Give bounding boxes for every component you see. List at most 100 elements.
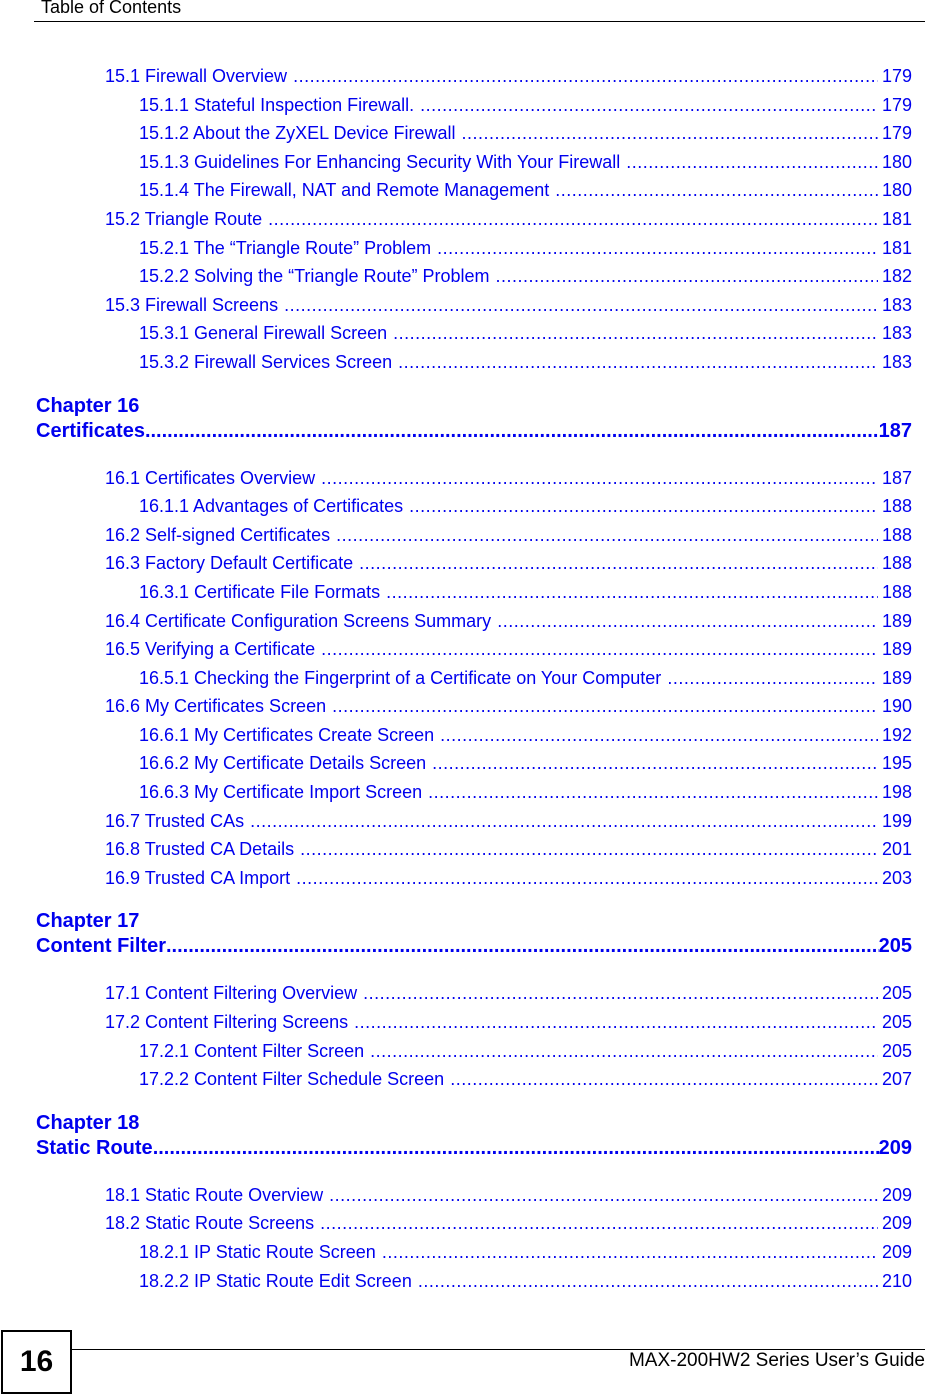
chapter-page: 187 (878, 419, 912, 442)
dot-leader: ........................................… (626, 151, 878, 172)
toc-entry[interactable]: 16.4 Certificate Configuration Screens S… (0, 607, 925, 636)
entry-page: 179 (881, 123, 912, 144)
entry-title: 15.2.2 Solving the “Triangle Route” Prob… (139, 266, 490, 287)
entry-title: 16.8 Trusted CA Details (105, 839, 295, 860)
entry-page: 183 (881, 351, 912, 372)
entry-page: 192 (881, 724, 912, 745)
entry-title: 16.6 My Certificates Screen (105, 696, 327, 717)
dot-leader: ........................................… (450, 1069, 878, 1090)
toc-entry[interactable]: 18.1 Static Route Overview..............… (0, 1181, 925, 1210)
entry-page: 188 (881, 524, 912, 545)
entry-page: 205 (881, 983, 912, 1004)
toc-entry[interactable]: 18.2 Static Route Screens...............… (0, 1209, 925, 1238)
entry-title: 15.1 Firewall Overview (105, 66, 288, 86)
toc-entry[interactable]: 18.2.2 IP Static Route Edit Screen......… (0, 1267, 925, 1296)
chapter-title: Static Route (36, 1136, 153, 1159)
dot-leader: ........................................… (300, 839, 878, 860)
chapter-title-link[interactable]: Certificates............................… (0, 419, 925, 444)
dot-leader: ........................................… (336, 524, 878, 545)
table-of-contents: 15.1 Firewall Overview..................… (0, 62, 925, 1295)
dot-leader: ........................................… (555, 180, 878, 201)
dot-leader: ........................................… (250, 810, 878, 831)
toc-entry[interactable]: 16.5 Verifying a Certificate............… (0, 635, 925, 664)
entry-title: 16.1 Certificates Overview (105, 467, 316, 488)
toc-entry[interactable]: 16.3 Factory Default Certificate........… (0, 549, 925, 578)
chapter-title-link[interactable]: Content Filter..........................… (0, 934, 925, 959)
toc-entry[interactable]: 16.6.1 My Certificates Create Screen....… (0, 721, 925, 750)
dot-leader: ........................................… (497, 610, 878, 631)
dot-leader: ........................................… (321, 467, 878, 488)
toc-entry[interactable]: 16.9 Trusted CA Import..................… (0, 864, 925, 893)
toc-entry[interactable]: 15.1.4 The Firewall, NAT and Remote Mana… (0, 176, 925, 205)
entry-page: 187 (881, 467, 912, 488)
chapter-title: Content Filter (36, 935, 166, 958)
toc-entry[interactable]: 15.1.1 Stateful Inspection Firewall.....… (0, 91, 925, 120)
entry-title: 16.4 Certificate Configuration Screens S… (105, 610, 492, 631)
dot-leader: ........................................… (166, 935, 879, 958)
toc-entry[interactable]: 17.2 Content Filtering Screens..........… (0, 1008, 925, 1037)
toc-entry[interactable]: 17.1 Content Filtering Overview.........… (0, 979, 925, 1008)
dot-leader: ........................................… (293, 66, 878, 86)
entry-page: 180 (881, 180, 912, 201)
toc-entry[interactable]: 17.2.1 Content Filter Screen............… (0, 1037, 925, 1066)
toc-entry[interactable]: 15.3.1 General Firewall Screen..........… (0, 319, 925, 348)
entry-title: 18.1 Static Route Overview (105, 1184, 324, 1205)
toc-entry[interactable]: 16.7 Trusted CAs........................… (0, 807, 925, 836)
toc-entry[interactable]: 16.1.1 Advantages of Certificates.......… (0, 492, 925, 521)
toc-entry[interactable]: 16.1 Certificates Overview..............… (0, 464, 925, 493)
toc-entry[interactable]: 16.3.1 Certificate File Formats.........… (0, 578, 925, 607)
toc-entry[interactable]: 16.6.2 My Certificate Details Screen....… (0, 749, 925, 778)
chapter-label[interactable]: Chapter 17 (0, 909, 925, 934)
footer-guide-title: MAX-200HW2 Series User’s Guide (628, 1350, 925, 1371)
toc-entry[interactable]: 16.6.3 My Certificate Import Screen.....… (0, 778, 925, 807)
dot-leader: ........................................… (284, 294, 878, 315)
dot-leader: ........................................… (437, 237, 878, 258)
entry-page: 201 (881, 839, 912, 860)
entry-page: 179 (881, 94, 912, 115)
entry-title: 16.9 Trusted CA Import (105, 867, 291, 888)
entry-page: 210 (881, 1270, 912, 1291)
chapter-title-link[interactable]: Static Route............................… (0, 1136, 925, 1161)
entry-page: 205 (881, 1040, 912, 1061)
dot-leader: ........................................… (321, 639, 878, 660)
toc-entry[interactable]: 15.1.2 About the ZyXEL Device Firewall..… (0, 119, 925, 148)
dot-leader: ........................................… (296, 867, 878, 888)
entry-page: 181 (881, 237, 912, 258)
toc-entry[interactable]: 18.2.1 IP Static Route Screen...........… (0, 1238, 925, 1267)
chapter-label[interactable]: Chapter 18 (0, 1111, 925, 1136)
toc-entry[interactable]: 16.5.1 Checking the Fingerprint of a Cer… (0, 664, 925, 693)
entry-title: 16.1.1 Advantages of Certificates (139, 496, 404, 517)
entry-page: 182 (881, 266, 912, 287)
entry-title: 15.1.3 Guidelines For Enhancing Security… (139, 151, 621, 172)
chapter-label[interactable]: Chapter 16 (0, 394, 925, 419)
toc-entry[interactable]: 15.3.2 Firewall Services Screen.........… (0, 348, 925, 377)
entry-title: 15.3 Firewall Screens (105, 294, 279, 315)
toc-entry[interactable]: 15.1.3 Guidelines For Enhancing Security… (0, 148, 925, 177)
toc-entry[interactable]: 15.2.1 The “Triangle Route” Problem.....… (0, 234, 925, 263)
entry-title: 15.1.2 About the ZyXEL Device Firewall (139, 123, 456, 144)
toc-entry[interactable]: 15.2 Triangle Route.....................… (0, 205, 925, 234)
entry-page: 189 (881, 610, 912, 631)
toc-entry[interactable]: 15.3 Firewall Screens...................… (0, 291, 925, 320)
toc-entry[interactable]: 15.2.2 Solving the “Triangle Route” Prob… (0, 262, 925, 291)
entry-page: 199 (881, 810, 912, 831)
dot-leader: ........................................… (428, 782, 878, 803)
toc-entry[interactable]: 15.1 Firewall Overview..................… (0, 62, 925, 91)
entry-title: 16.3 Factory Default Certificate (105, 553, 354, 574)
dot-leader: ........................................… (432, 753, 878, 774)
dot-leader: ........................................… (495, 266, 878, 287)
toc-entry[interactable]: 16.2 Self-signed Certificates...........… (0, 521, 925, 550)
entry-title: 16.6.1 My Certificates Create Screen (139, 724, 435, 745)
entry-page: 203 (881, 867, 912, 888)
dot-leader: ........................................… (386, 581, 878, 602)
dot-leader: ........................................… (409, 496, 878, 517)
entry-page: 209 (881, 1242, 912, 1262)
entry-page: 181 (881, 208, 912, 229)
entry-page: 189 (881, 639, 912, 660)
toc-entry[interactable]: 16.6 My Certificates Screen.............… (0, 692, 925, 721)
entry-title: 15.2.1 The “Triangle Route” Problem (139, 237, 432, 258)
entry-title: 17.2 Content Filtering Screens (105, 1012, 349, 1033)
entry-title: 16.5.1 Checking the Fingerprint of a Cer… (139, 667, 662, 688)
toc-entry[interactable]: 17.2.2 Content Filter Schedule Screen...… (0, 1065, 925, 1094)
toc-entry[interactable]: 16.8 Trusted CA Details.................… (0, 835, 925, 864)
